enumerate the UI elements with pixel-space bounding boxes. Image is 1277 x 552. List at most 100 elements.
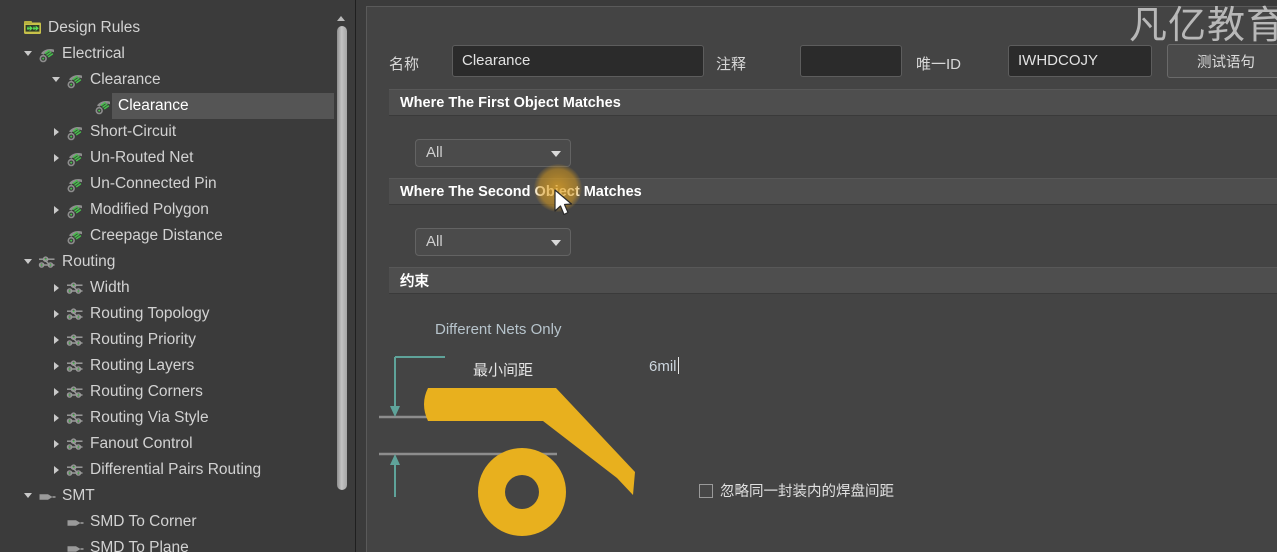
- electrical-icon: [65, 149, 85, 167]
- tree-item-label: Routing Topology: [90, 305, 210, 322]
- tree-item-creepage-distance[interactable]: Creepage Distance: [0, 223, 334, 249]
- expand-arrow-right-icon[interactable]: [50, 353, 65, 379]
- routing-icon: [65, 435, 85, 453]
- tree-item-label: Routing Layers: [90, 357, 195, 374]
- tree-item-fanout-control[interactable]: Fanout Control: [0, 431, 334, 457]
- tree-item-routing-layers[interactable]: Routing Layers: [0, 353, 334, 379]
- expand-arrow-down-icon[interactable]: [22, 483, 37, 509]
- tree-item-label: Modified Polygon: [90, 201, 209, 218]
- electrical-icon: [37, 45, 57, 63]
- tree-item-routing-topology[interactable]: Routing Topology: [0, 301, 334, 327]
- smt-icon: [65, 539, 85, 552]
- tree-item-smd-to-plane[interactable]: SMD To Plane: [0, 535, 334, 552]
- tree-item-clearance[interactable]: Clearance: [0, 67, 334, 93]
- scroll-up-arrow-icon[interactable]: [335, 12, 348, 24]
- tree-item-label: Un-Connected Pin: [90, 175, 217, 192]
- tree-item-label: Clearance: [90, 71, 161, 88]
- second-object-scope-value: All: [426, 233, 443, 250]
- tree-item-label: Width: [90, 279, 130, 296]
- section-header-constraint: 约束: [389, 267, 1277, 294]
- electrical-icon: [65, 201, 85, 219]
- expand-arrow-right-icon[interactable]: [50, 327, 65, 353]
- tree-item-width[interactable]: Width: [0, 275, 334, 301]
- tree-item-routing-priority[interactable]: Routing Priority: [0, 327, 334, 353]
- tree-item-label: Routing Via Style: [90, 409, 209, 426]
- routing-icon: [37, 253, 57, 271]
- first-object-scope-dropdown[interactable]: All: [415, 139, 571, 167]
- tree-item-modified-polygon[interactable]: Modified Polygon: [0, 197, 334, 223]
- electrical-icon: [93, 97, 113, 115]
- tree-item-routing-via-style[interactable]: Routing Via Style: [0, 405, 334, 431]
- tree-item-label: Electrical: [62, 45, 125, 62]
- expand-arrow-right-icon[interactable]: [50, 275, 65, 301]
- expand-arrow-down-icon[interactable]: [22, 249, 37, 275]
- electrical-icon: [65, 123, 85, 141]
- section-header-second-object[interactable]: Where The Second Object Matches: [389, 178, 1277, 205]
- expand-arrow-right-icon[interactable]: [50, 431, 65, 457]
- tree-item-label: Short-Circuit: [90, 123, 177, 140]
- tree-item-label: Routing Corners: [90, 383, 203, 400]
- vertical-scrollbar-thumb[interactable]: [337, 26, 347, 490]
- tree-item-label: Routing Priority: [90, 331, 196, 348]
- expand-arrow-right-icon[interactable]: [50, 145, 65, 171]
- folder-rules-icon: [23, 19, 43, 37]
- name-label: 名称: [389, 56, 420, 73]
- ignore-pad-clearance-label: 忽略同一封装内的焊盘间距: [720, 484, 894, 500]
- tree-item-un-connected-pin[interactable]: Un-Connected Pin: [0, 171, 334, 197]
- tree-item-label: SMD To Plane: [90, 539, 189, 552]
- design-rules-tree[interactable]: Design Rules Electrical Clearance Clearance…: [0, 0, 334, 552]
- expand-arrow-right-icon[interactable]: [50, 301, 65, 327]
- routing-icon: [65, 383, 85, 401]
- clearance-illustration: [379, 356, 635, 536]
- tree-item-label: SMT: [62, 487, 95, 504]
- expand-arrow-down-icon[interactable]: [22, 41, 37, 67]
- expand-arrow-right-icon[interactable]: [50, 405, 65, 431]
- expand-arrow-right-icon[interactable]: [50, 379, 65, 405]
- unique-id-label: 唯一ID: [916, 56, 962, 73]
- comment-label: 注释: [716, 56, 747, 73]
- tree-item-label: Un-Routed Net: [90, 149, 194, 166]
- section-header-first-object: Where The First Object Matches: [389, 89, 1277, 116]
- unique-id-input[interactable]: IWHDCOJY: [1008, 45, 1152, 77]
- rule-detail-panel: 名称 Clearance 注释 唯一ID IWHDCOJY 测试语句 Where…: [366, 6, 1277, 552]
- comment-input[interactable]: [800, 45, 902, 77]
- tree-item-electrical[interactable]: Electrical: [0, 41, 334, 67]
- test-query-button[interactable]: 测试语句: [1167, 44, 1277, 78]
- different-nets-only-label: Different Nets Only: [435, 321, 562, 338]
- ignore-pad-clearance-row[interactable]: 忽略同一封装内的焊盘间距: [699, 480, 894, 501]
- expand-arrow-down-icon[interactable]: [50, 67, 65, 93]
- tree-item-short-circuit[interactable]: Short-Circuit: [0, 119, 334, 145]
- chevron-down-icon: [551, 151, 561, 157]
- tree-item-label: Differential Pairs Routing: [90, 461, 262, 478]
- routing-icon: [65, 461, 85, 479]
- electrical-icon: [65, 175, 85, 193]
- tree-item-un-routed-net[interactable]: Un-Routed Net: [0, 145, 334, 171]
- routing-icon: [65, 305, 85, 323]
- expand-arrow-right-icon[interactable]: [50, 457, 65, 483]
- tree-item-differential-pairs-routing[interactable]: Differential Pairs Routing: [0, 457, 334, 483]
- first-object-scope-value: All: [426, 144, 443, 161]
- expand-arrow-right-icon[interactable]: [50, 197, 65, 223]
- expand-arrow-right-icon[interactable]: [50, 119, 65, 145]
- smt-icon: [37, 487, 57, 505]
- second-object-scope-dropdown[interactable]: All: [415, 228, 571, 256]
- tree-item-routing-corners[interactable]: Routing Corners: [0, 379, 334, 405]
- tree-item-design-rules[interactable]: Design Rules: [0, 15, 334, 41]
- tree-item-label: Routing: [62, 253, 116, 270]
- ignore-pad-clearance-checkbox[interactable]: [699, 483, 713, 498]
- tree-item-smt[interactable]: SMT: [0, 483, 334, 509]
- tree-item-clearance[interactable]: Clearance: [0, 93, 334, 119]
- routing-icon: [65, 409, 85, 427]
- tree-item-label: SMD To Corner: [90, 513, 197, 530]
- tree-item-routing[interactable]: Routing: [0, 249, 334, 275]
- name-input[interactable]: Clearance: [452, 45, 704, 77]
- tree-item-smd-to-corner[interactable]: SMD To Corner: [0, 509, 334, 535]
- routing-icon: [65, 357, 85, 375]
- tree-item-label: Design Rules: [48, 19, 141, 36]
